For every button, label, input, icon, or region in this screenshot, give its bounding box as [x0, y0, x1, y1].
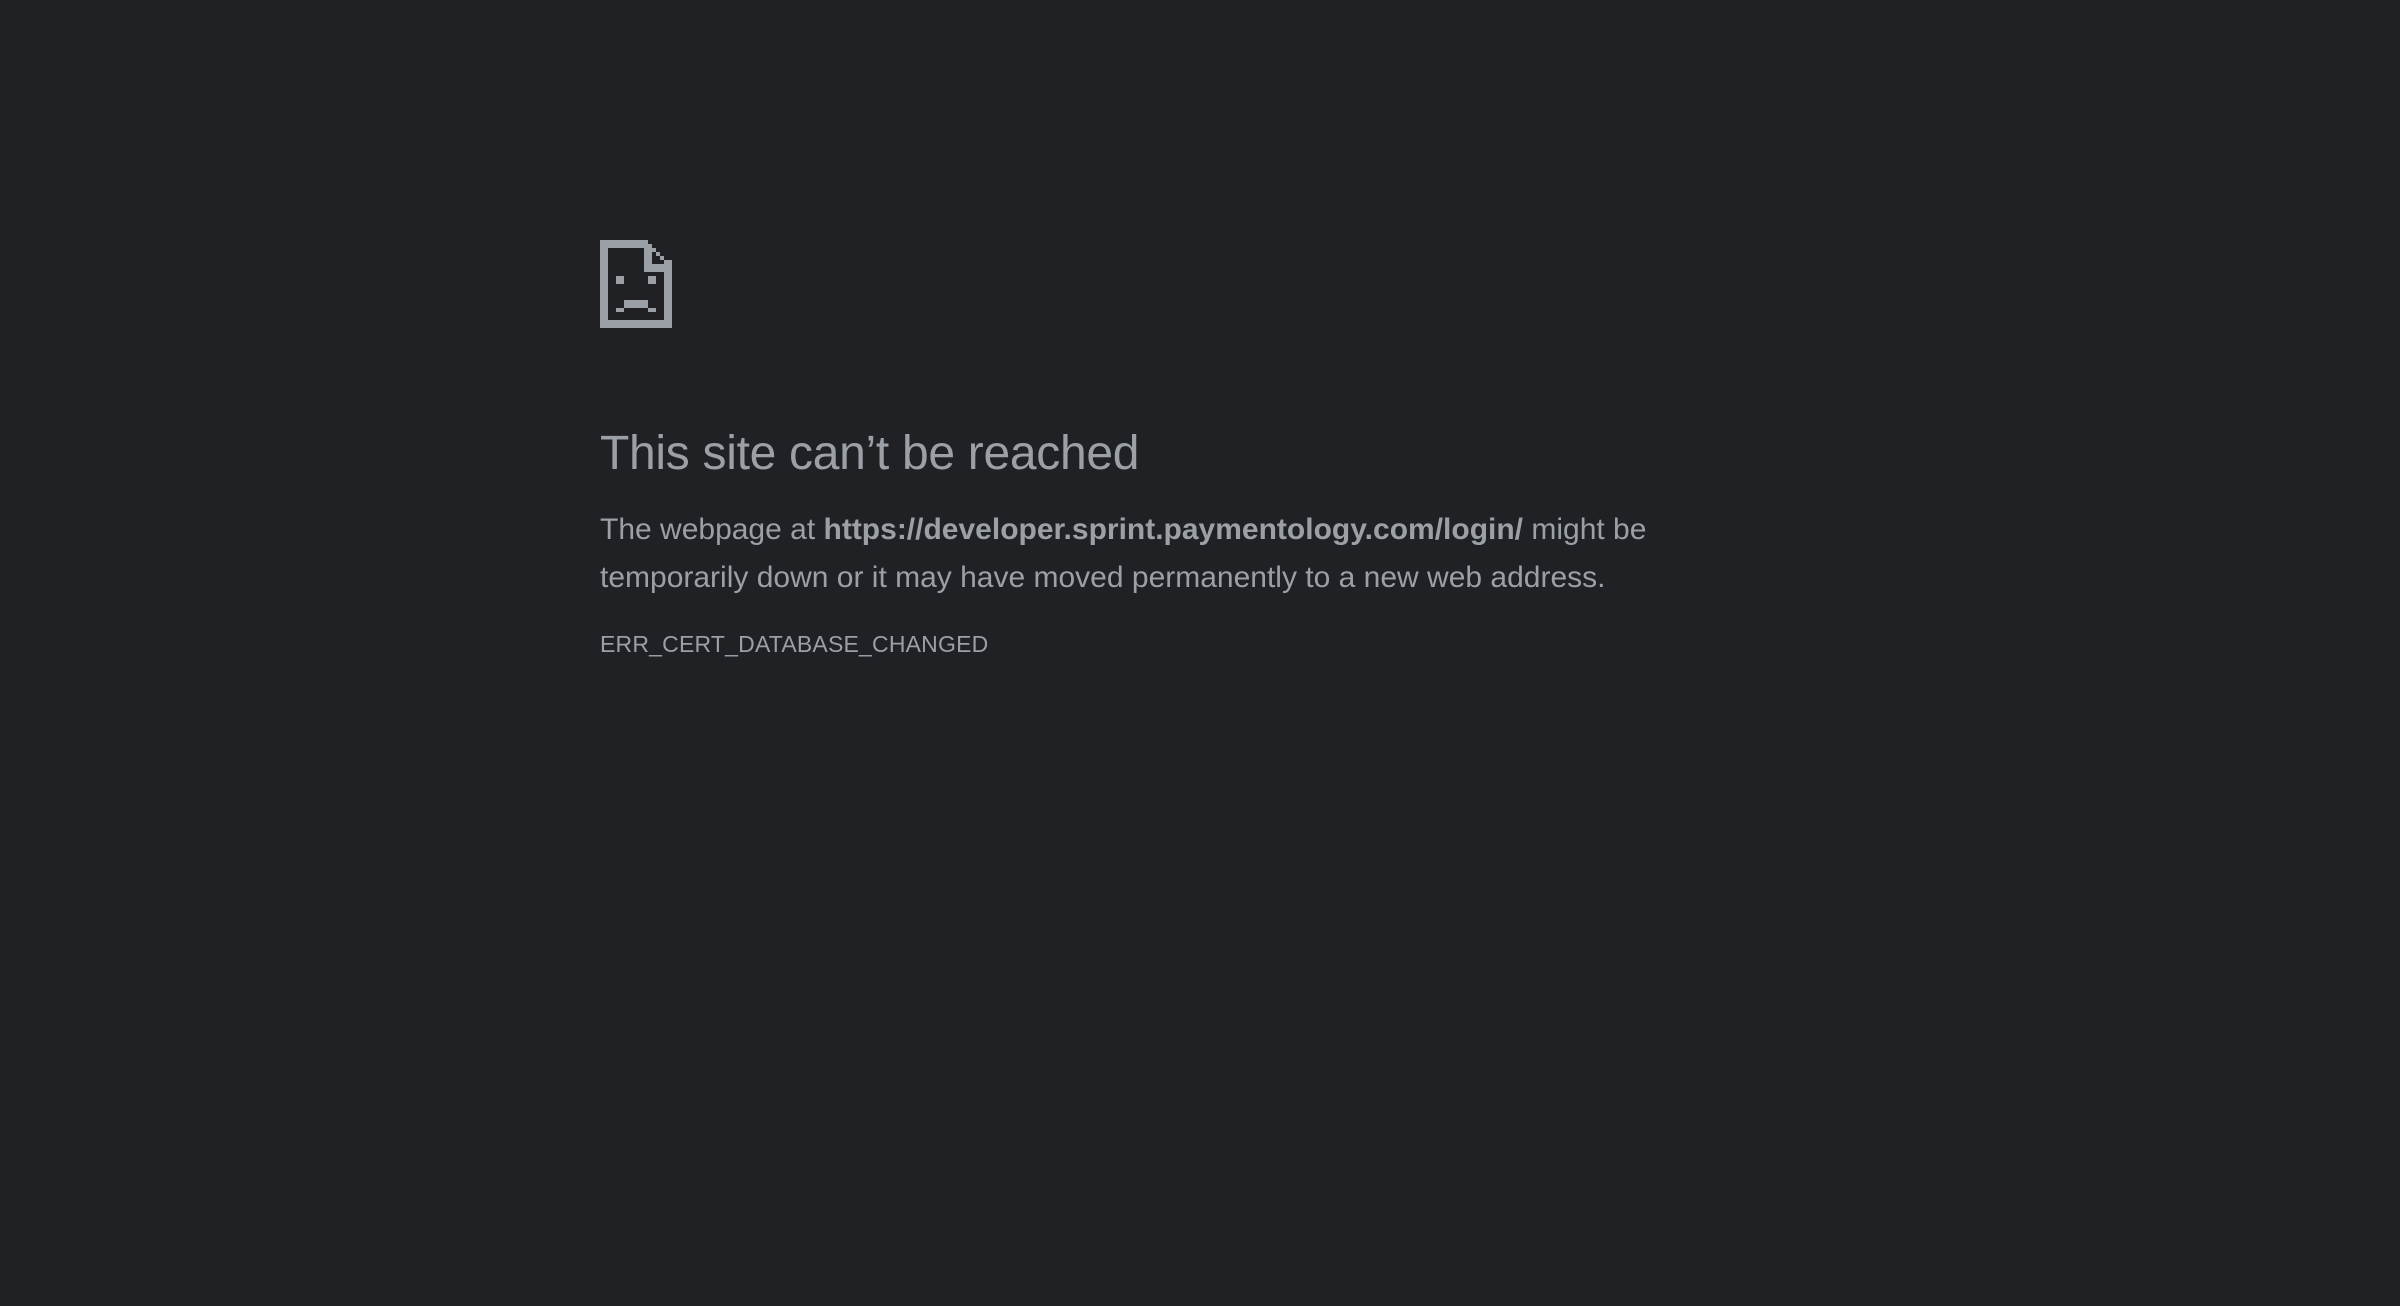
error-code: ERR_CERT_DATABASE_CHANGED — [600, 631, 989, 657]
error-page: This site can’t be reached The webpage a… — [0, 0, 2400, 1306]
message-prefix: The webpage at — [600, 513, 824, 546]
error-content: This site can’t be reached The webpage a… — [600, 240, 1700, 660]
failed-url: https://developer.sprint.paymentology.co… — [823, 513, 1524, 546]
sad-page-icon — [600, 240, 672, 328]
page-title: This site can’t be reached — [600, 427, 1140, 480]
error-message: The webpage at https://developer.sprint.… — [600, 506, 1700, 602]
